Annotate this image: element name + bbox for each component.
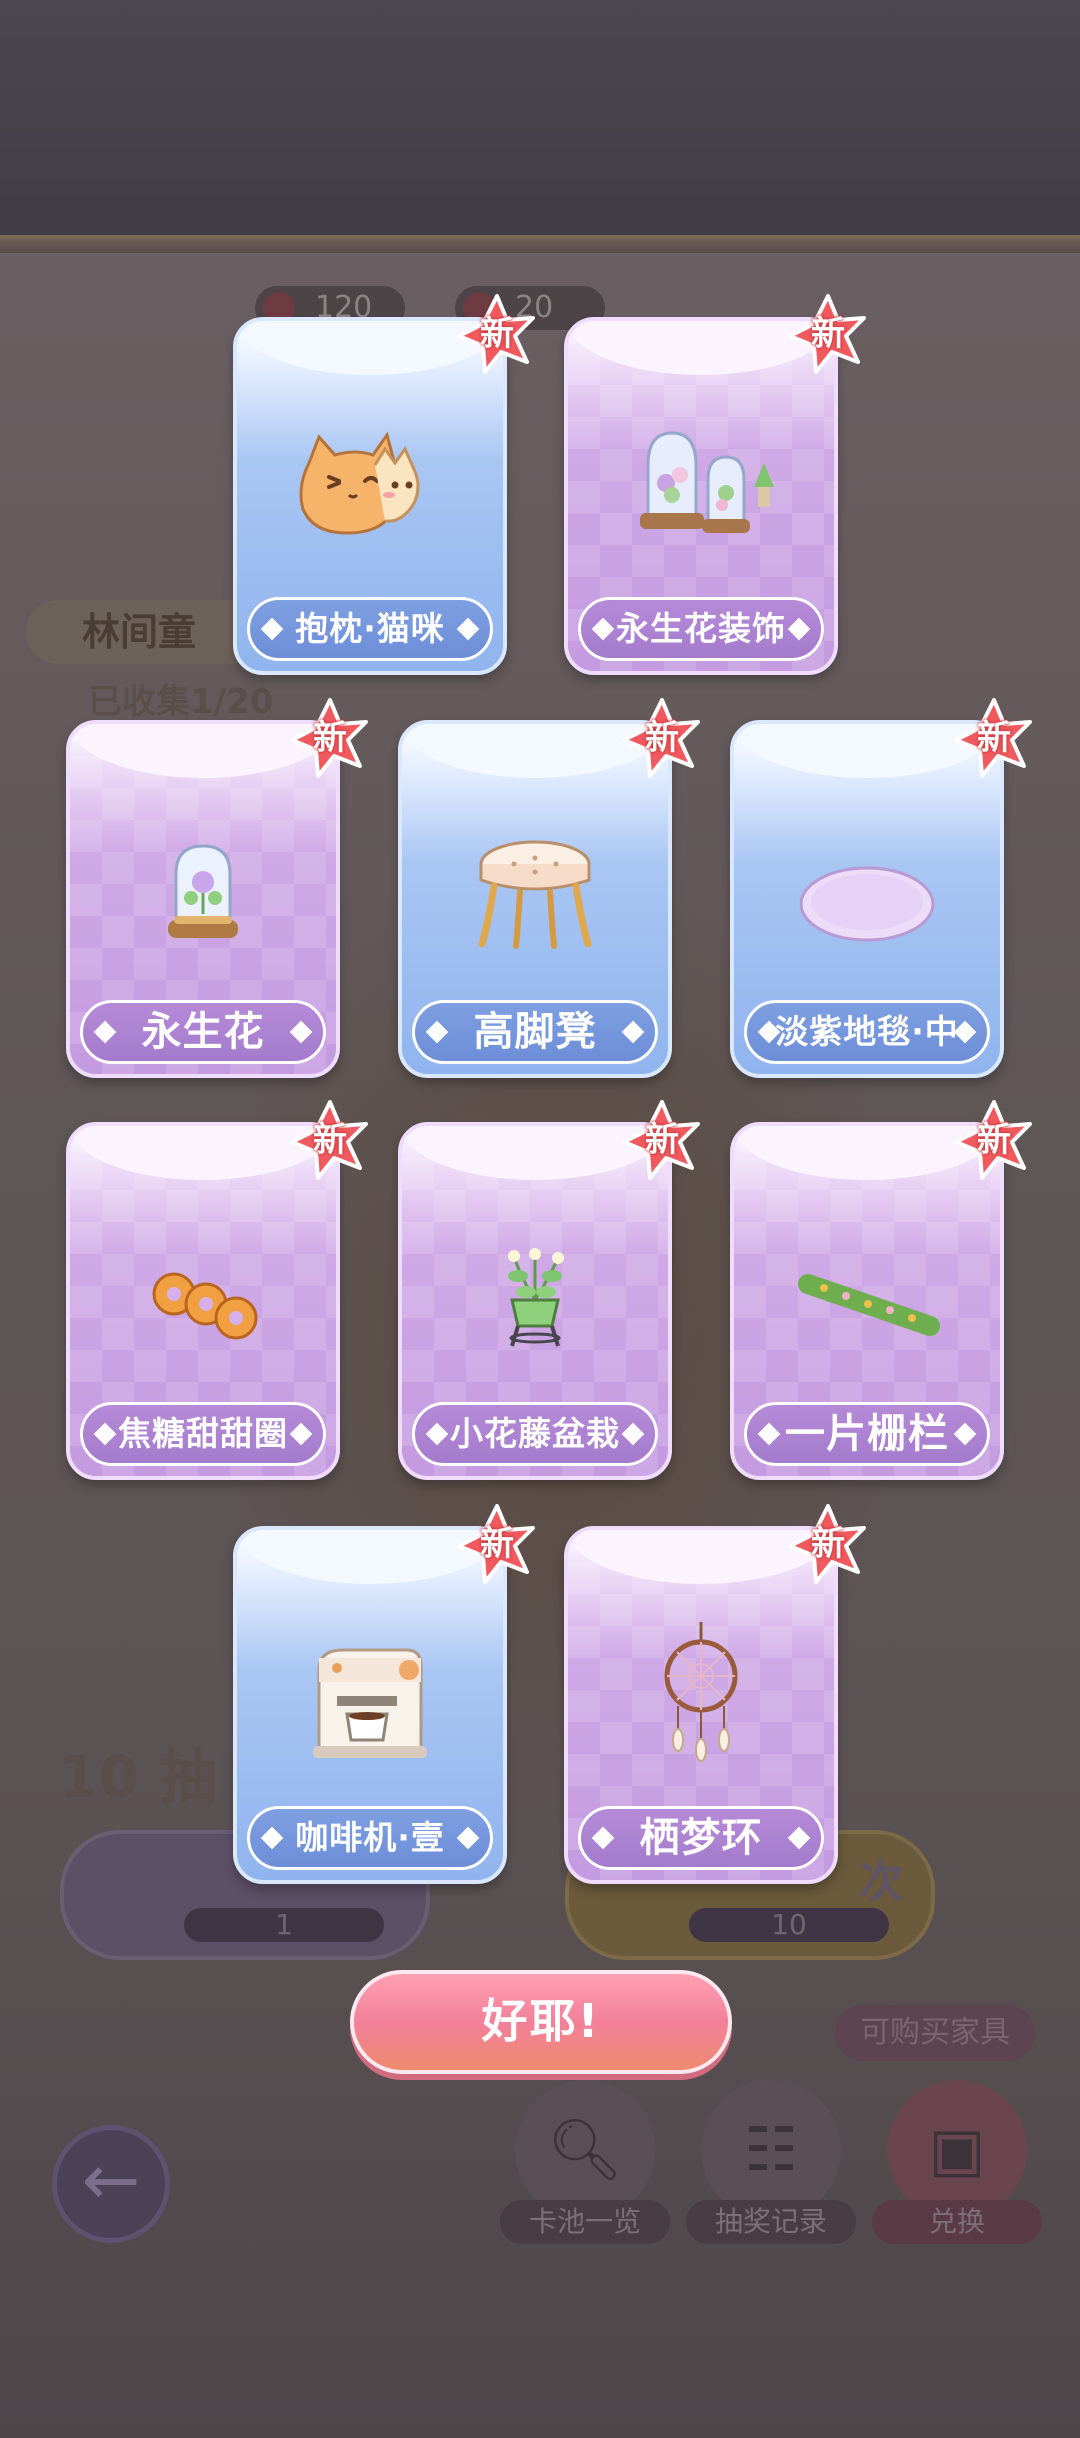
- card-name-text: 淡紫地毯·中: [775, 1012, 959, 1051]
- new-badge: 新: [455, 1502, 539, 1586]
- diamond-left-icon: [93, 1020, 117, 1044]
- record-search-icon: ☷: [701, 2080, 841, 2220]
- card-name: 咖啡机·壹: [247, 1806, 493, 1870]
- diamond-right-icon: [621, 1020, 645, 1044]
- back-button[interactable]: ←: [52, 2125, 170, 2243]
- stool-icon: [402, 794, 668, 994]
- dreamcatcher-icon: [568, 1600, 834, 1800]
- new-badge: 新: [952, 1098, 1036, 1182]
- new-badge-text: 新: [645, 1120, 679, 1160]
- draw-record-button[interactable]: ☷ 抽奖记录: [686, 2080, 856, 2244]
- pool-overview-button[interactable]: 🔍︎ 卡池一览: [500, 2080, 670, 2244]
- diamond-right-icon: [456, 1826, 480, 1850]
- card-name-text: 永生花: [141, 1009, 265, 1055]
- pool-overview-label: 卡池一览: [500, 2200, 670, 2244]
- new-badge-text: 新: [313, 1120, 347, 1160]
- new-badge: 新: [952, 696, 1036, 780]
- card-name-text: 抱枕·猫咪: [295, 609, 445, 648]
- card-name-text: 咖啡机·壹: [295, 1818, 445, 1857]
- new-badge: 新: [786, 292, 870, 376]
- ten-draw-label: 10 抽: [58, 1743, 217, 1811]
- card-name-text: 一片栅栏: [785, 1411, 949, 1457]
- card-name-text: 高脚凳: [473, 1009, 597, 1055]
- coffee-machine-icon: [237, 1600, 503, 1800]
- card-name: 永生花装饰: [578, 597, 824, 661]
- scene-top-border: [0, 235, 1080, 253]
- ten-draw-button-label: 次: [859, 1857, 903, 1908]
- card-name-text: 永生花装饰: [616, 609, 786, 648]
- new-badge-text: 新: [977, 1120, 1011, 1160]
- new-badge-text: 新: [811, 1524, 845, 1564]
- card-name: 一片栅栏: [744, 1402, 990, 1466]
- potted-plant-icon: [402, 1196, 668, 1396]
- card-name: 高脚凳: [412, 1000, 658, 1064]
- collection-title: 林间童: [26, 600, 266, 664]
- diamond-left-icon: [425, 1422, 449, 1446]
- glass-dome-flowers-icon: [568, 391, 834, 591]
- buy-furniture-tag[interactable]: 可购买家具: [835, 2005, 1035, 2061]
- draw-record-label: 抽奖记录: [686, 2200, 856, 2244]
- diamond-right-icon: [456, 617, 480, 641]
- new-badge: 新: [786, 1502, 870, 1586]
- card-name-text: 栖梦环: [639, 1815, 763, 1861]
- new-badge-text: 新: [313, 718, 347, 758]
- glass-dome-flower-icon: [70, 794, 336, 994]
- new-badge-text: 新: [811, 314, 845, 354]
- magnifier-icon: 🔍︎: [515, 2080, 655, 2220]
- card-name-text: 小花藤盆栽: [450, 1414, 620, 1453]
- diamond-right-icon: [621, 1422, 645, 1446]
- diamond-right-icon: [953, 1422, 977, 1446]
- arrow-left-icon: ←: [81, 2139, 141, 2221]
- donuts-icon: [70, 1196, 336, 1396]
- new-badge-text: 新: [480, 1524, 514, 1564]
- diamond-right-icon: [289, 1020, 313, 1044]
- ten-draw-count: 10: [689, 1908, 889, 1942]
- new-badge-text: 新: [645, 718, 679, 758]
- shopping-bag-icon: ▣: [887, 2080, 1027, 2220]
- card-name: 小花藤盆栽: [412, 1402, 658, 1466]
- exchange-label: 兑换: [872, 2200, 1042, 2244]
- hedge-fence-icon: [734, 1196, 1000, 1396]
- card-name: 栖梦环: [578, 1806, 824, 1870]
- diamond-right-icon: [289, 1422, 313, 1446]
- new-badge: 新: [288, 696, 372, 780]
- new-badge-text: 新: [977, 718, 1011, 758]
- new-badge-text: 新: [480, 314, 514, 354]
- diamond-left-icon: [93, 1422, 117, 1446]
- new-badge: 新: [620, 696, 704, 780]
- diamond-left-icon: [425, 1020, 449, 1044]
- diamond-left-icon: [260, 1826, 284, 1850]
- rug-icon: [734, 794, 1000, 994]
- single-draw-count: 1: [184, 1908, 384, 1942]
- diamond-left-icon: [260, 617, 284, 641]
- diamond-right-icon: [787, 617, 811, 641]
- cat-pillow-icon: [237, 391, 503, 591]
- collected-count: 已收集1/20: [88, 682, 274, 722]
- diamond-left-icon: [757, 1422, 781, 1446]
- new-badge: 新: [288, 1098, 372, 1182]
- top-dark-area: [0, 0, 1080, 235]
- card-name-text: 焦糖甜甜圈: [118, 1414, 288, 1453]
- confirm-button[interactable]: 好耶!: [350, 1970, 732, 2074]
- card-name: 抱枕·猫咪: [247, 597, 493, 661]
- new-badge: 新: [620, 1098, 704, 1182]
- new-badge: 新: [455, 292, 539, 376]
- diamond-left-icon: [591, 617, 615, 641]
- card-name: 焦糖甜甜圈: [80, 1402, 326, 1466]
- card-name: 永生花: [80, 1000, 326, 1064]
- diamond-left-icon: [591, 1826, 615, 1850]
- card-name: 淡紫地毯·中: [744, 1000, 990, 1064]
- diamond-right-icon: [787, 1826, 811, 1850]
- exchange-button[interactable]: ▣ 兑换: [872, 2080, 1042, 2244]
